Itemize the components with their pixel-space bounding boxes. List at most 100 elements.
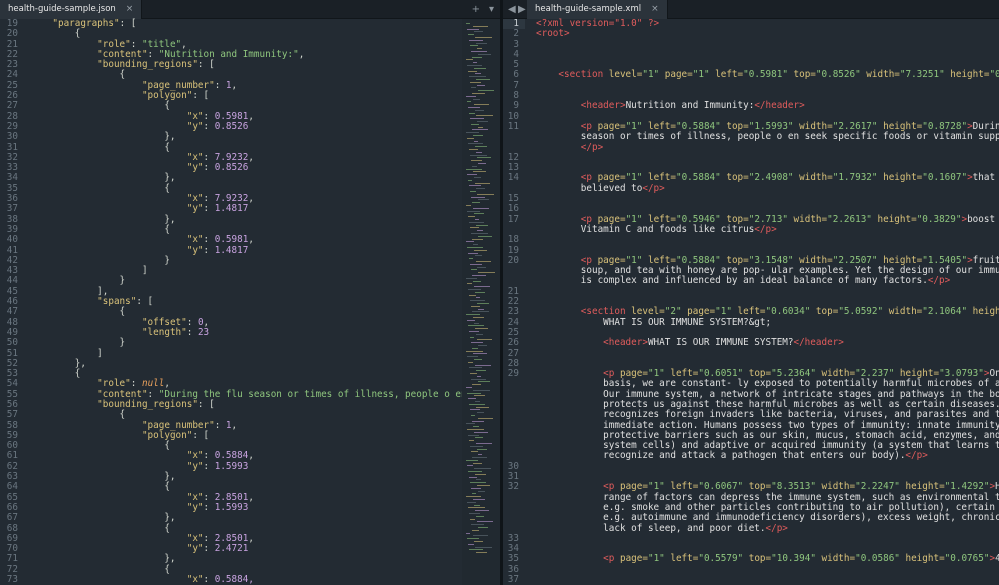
minimap[interactable] — [462, 19, 500, 585]
minimap-line — [476, 115, 493, 117]
minimap-line — [477, 412, 484, 414]
minimap-line — [469, 185, 481, 187]
minimap-line — [472, 165, 477, 167]
code-line[interactable] — [536, 235, 997, 245]
minimap-line — [476, 224, 488, 226]
code-line[interactable] — [536, 462, 997, 472]
minimap-line — [467, 174, 477, 176]
code-line[interactable]: WHAT IS OUR IMMUNE SYSTEM?&gt; — [536, 317, 997, 328]
minimap-line — [469, 221, 484, 223]
code-token: level= — [603, 69, 643, 81]
code-token: , — [248, 450, 254, 462]
minimap-line — [470, 154, 487, 156]
code-token: top= — [743, 553, 772, 565]
code-line[interactable]: ] — [30, 348, 460, 359]
code-line[interactable]: </p> — [536, 142, 997, 153]
code-line[interactable]: Vitamin C and foods like citrus</p> — [536, 224, 997, 235]
code-token: : — [203, 244, 215, 256]
new-tab-icon[interactable]: + — [472, 0, 480, 19]
json-editor-pane[interactable]: health-guide-sample.json × + ▾ 19 20 21 22 23… — [0, 0, 500, 585]
code-token: Nutrition and Immunity: — [625, 100, 755, 112]
line-number — [503, 513, 525, 523]
code-line[interactable]: believed to</p> — [536, 183, 997, 194]
minimap-line — [478, 417, 493, 419]
code-token: : — [186, 326, 198, 338]
code-line[interactable] — [536, 349, 997, 359]
code-line[interactable]: <header>WHAT IS OUR IMMUNE SYSTEM?</head… — [536, 338, 997, 348]
close-icon[interactable]: × — [651, 4, 659, 14]
code-area[interactable]: <?xml version="1.0" ?> <root> <section le… — [536, 18, 999, 585]
code-line[interactable] — [536, 534, 997, 544]
back-icon[interactable]: ◀ — [508, 0, 516, 19]
code-token: "2.4908" — [748, 172, 794, 184]
code-line[interactable]: "x": 0.5884, — [30, 574, 460, 585]
minimap-line — [476, 443, 492, 444]
code-token: , — [248, 491, 254, 503]
minimap-line — [466, 314, 480, 316]
code-token: "0.0586" — [855, 553, 900, 565]
minimap-line — [476, 151, 482, 153]
minimap-line — [477, 84, 485, 86]
xml-editor-pane[interactable]: ◀ ▶ health-guide-sample.xml × 1 2 3 4 5 6 7 8 9 10… — [503, 0, 999, 585]
minimap-line — [469, 331, 479, 332]
code-token: season or times of illness, people o en … — [580, 131, 999, 143]
code-token: "0.1607" — [922, 172, 968, 184]
forward-icon[interactable]: ▶ — [518, 0, 526, 19]
code-line[interactable] — [536, 50, 997, 60]
minimap-line — [477, 266, 486, 268]
code-line[interactable]: recognize and attack a pathogen that ent… — [536, 451, 997, 461]
code-line[interactable]: <p page="1" left="0.5579" top="10.394" w… — [536, 553, 999, 565]
minimap-line — [477, 339, 492, 341]
code-line[interactable]: "paragraphs": [ — [30, 18, 460, 29]
code-token: "x" — [186, 574, 204, 585]
code-line[interactable]: <header>Nutrition and Immunity:</header> — [536, 101, 997, 111]
close-icon[interactable]: × — [126, 4, 134, 14]
code-line[interactable] — [536, 153, 997, 163]
code-line[interactable]: <section level="1" page="1" left="0.5981… — [536, 69, 999, 81]
tab-health-guide-sample-json[interactable]: health-guide-sample.json × — [0, 0, 143, 19]
code-token: "0.5981" — [743, 69, 788, 81]
code-token: "10.394" — [771, 553, 816, 565]
minimap-line — [467, 538, 479, 540]
line-number: 67 — [6, 512, 18, 524]
minimap-line — [470, 81, 481, 83]
minimap-line — [471, 269, 477, 271]
code-line[interactable] — [536, 81, 997, 91]
code-line[interactable]: }, — [30, 358, 460, 369]
minimap-line — [466, 59, 473, 61]
tab-health-guide-sample-xml[interactable]: health-guide-sample.xml × — [527, 0, 668, 19]
line-number: 11 — [507, 120, 519, 132]
minimap-line — [470, 482, 486, 484]
minimap-line — [469, 258, 473, 260]
code-token: recognize and attack a pathogen that ent… — [536, 450, 906, 462]
code-token: page= — [659, 69, 693, 81]
code-line[interactable]: lack of sleep, and poor diet.</p> — [536, 523, 997, 534]
minimap-line — [475, 546, 492, 548]
minimap-line — [470, 227, 479, 229]
minimap-line — [472, 93, 485, 94]
code-line[interactable] — [536, 565, 997, 575]
minimap-line — [467, 501, 476, 503]
minimap-line — [477, 157, 491, 159]
minimap-line — [474, 104, 489, 106]
line-number: 14 — [507, 172, 519, 184]
code-token: : [ — [136, 296, 154, 308]
code-line[interactable]: <root> — [536, 29, 997, 39]
minimap-line — [474, 213, 484, 215]
code-line[interactable] — [536, 40, 997, 50]
code-line[interactable]: is complex and influenced by an ideal ba… — [536, 276, 997, 286]
minimap-line — [472, 347, 478, 349]
code-line[interactable]: <?xml version="1.0" ?> — [536, 18, 997, 29]
code-line[interactable] — [536, 287, 997, 297]
code-line[interactable] — [536, 194, 997, 204]
tab-menu-icon[interactable]: ▾ — [489, 0, 494, 19]
code-area[interactable]: "paragraphs": [ { "role": "title", "cont… — [30, 18, 494, 585]
code-token: : — [214, 79, 226, 91]
minimap-line — [476, 42, 487, 44]
code-line[interactable]: season or times of illness, people o en … — [536, 131, 999, 143]
code-token: , — [248, 151, 254, 163]
code-line[interactable] — [536, 575, 997, 585]
line-number: 18 — [507, 234, 519, 246]
